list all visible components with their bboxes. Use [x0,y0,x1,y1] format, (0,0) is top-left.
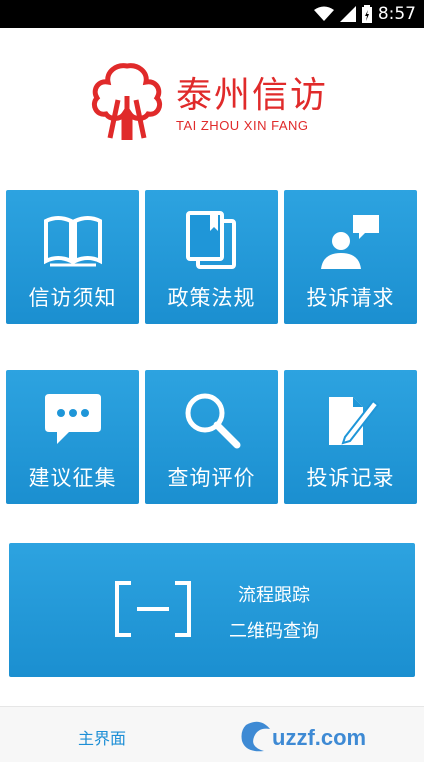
signal-icon [339,6,356,22]
status-time: 8:57 [377,4,416,24]
book-icon [43,216,102,267]
bottom-tab-bar: 主界面 uzzf.com [0,706,424,762]
logo-title: 泰州信访 [176,75,329,116]
search-icon [185,393,240,449]
tile-label: 投诉请求 [306,286,395,310]
tile-label: 投诉记录 [306,466,395,490]
chat-bubble-icon [44,394,101,444]
wifi-icon [313,6,334,21]
tile-qr-query[interactable]: 流程跟踪 二维码查询 [9,543,415,677]
edit-document-icon [328,397,379,445]
logo-subtitle: TAI ZHOU XIN FANG [176,118,309,133]
tile-xinfang-xuzhi[interactable]: 信访须知 [6,190,139,324]
tile-tousu-jilu[interactable]: 投诉记录 [284,370,417,504]
uzzf-watermark-logo: uzzf.com [241,721,366,752]
status-bar: 8:57 [0,0,424,28]
tile-label: 政策法规 [167,286,256,310]
app-logo: 泰州信访 TAI ZHOU XIN FANG [88,60,348,140]
wide-tile-line2: 二维码查询 [229,621,319,642]
wide-tile-line1: 流程跟踪 [238,585,310,606]
tile-label: 信访须知 [28,286,117,310]
tile-tousu-qingqiu[interactable]: 投诉请求 [284,190,417,324]
tile-chaxun-pingjia[interactable]: 查询评价 [145,370,278,504]
tab-main[interactable]: 主界面 [78,725,126,749]
person-chat-icon [320,215,379,269]
tree-logo-icon [91,63,163,140]
tile-label: 建议征集 [28,466,117,490]
watermark-text: uzzf.com [272,725,366,750]
status-icons: 8:57 [313,4,416,24]
qr-scan-icon [115,581,191,637]
tile-jianyi-zhengji[interactable]: 建议征集 [6,370,139,504]
tile-zhengce-fagui[interactable]: 政策法规 [145,190,278,324]
battery-icon [361,5,372,23]
tile-label: 查询评价 [167,466,256,490]
documents-icon [185,211,236,269]
